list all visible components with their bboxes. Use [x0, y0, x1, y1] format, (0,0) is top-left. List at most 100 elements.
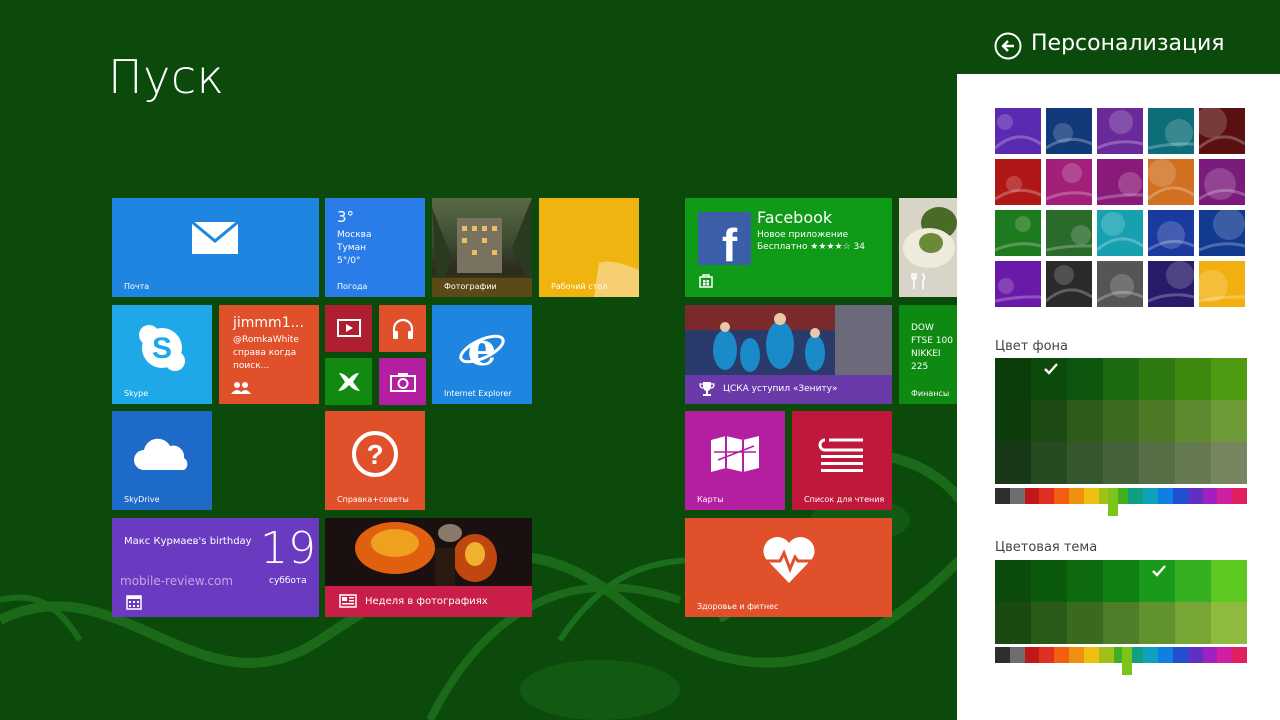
accent-color-swatch[interactable] — [1139, 602, 1175, 644]
background-pattern-option[interactable] — [1097, 261, 1143, 307]
background-pattern-option[interactable] — [1097, 210, 1143, 256]
accent-color-swatch[interactable] — [1139, 560, 1175, 602]
background-color-swatch[interactable] — [1031, 442, 1067, 484]
tile-desktop[interactable]: Рабочий стол — [539, 198, 639, 297]
background-pattern-option[interactable] — [1046, 261, 1092, 307]
calendar-icon — [126, 594, 142, 610]
tile-people[interactable]: jimmm1... @RomkaWhite справа когда поиск… — [219, 305, 319, 404]
background-pattern-option[interactable] — [1199, 159, 1245, 205]
tile-help[interactable]: ? Справка+советы — [325, 411, 425, 510]
background-pattern-option[interactable] — [1046, 159, 1092, 205]
background-color-swatch[interactable] — [995, 400, 1031, 442]
background-pattern-option[interactable] — [995, 261, 1041, 307]
accent-color-swatch[interactable] — [1031, 602, 1067, 644]
accent-color-swatch[interactable] — [1067, 560, 1103, 602]
background-pattern-option[interactable] — [1148, 159, 1194, 205]
hue-segment — [1217, 488, 1233, 504]
background-pattern-option[interactable] — [995, 159, 1041, 205]
selected-check-icon — [1044, 363, 1058, 375]
hue-segment — [1143, 488, 1159, 504]
accent-color-swatch[interactable] — [1175, 560, 1211, 602]
tile-mail[interactable]: Почта — [112, 198, 319, 297]
back-button[interactable] — [994, 32, 1022, 60]
accent-color-swatch[interactable] — [1103, 560, 1139, 602]
tile-sport[interactable]: ЦСКА уступил «Зениту» — [685, 305, 892, 404]
background-pattern-option[interactable] — [1148, 108, 1194, 154]
accent-color-swatch[interactable] — [1211, 560, 1247, 602]
background-pattern-option[interactable] — [995, 108, 1041, 154]
background-pattern-option[interactable] — [1148, 210, 1194, 256]
background-color-swatch[interactable] — [1103, 358, 1139, 400]
background-pattern-option[interactable] — [1199, 261, 1245, 307]
background-color-swatch[interactable] — [1175, 358, 1211, 400]
background-pattern-option[interactable] — [1046, 108, 1092, 154]
tile-facebook-store[interactable]: f Facebook Новое приложение Бесплатно ★★… — [685, 198, 892, 297]
background-color-swatch[interactable] — [1031, 358, 1067, 400]
background-pattern-option[interactable] — [993, 208, 1043, 258]
background-color-swatch[interactable] — [1067, 400, 1103, 442]
accent-color-swatch[interactable] — [995, 602, 1031, 644]
accent-hue-slider[interactable] — [995, 647, 1248, 663]
background-hue-slider[interactable] — [995, 488, 1248, 504]
background-color-swatch[interactable] — [1139, 442, 1175, 484]
background-hue-slider-thumb[interactable] — [1108, 488, 1118, 516]
background-color-swatch[interactable] — [1103, 442, 1139, 484]
background-pattern-option[interactable] — [1199, 108, 1245, 154]
background-color-swatch[interactable] — [995, 442, 1031, 484]
background-color-swatch[interactable] — [1067, 358, 1103, 400]
accent-color-swatch[interactable] — [1211, 602, 1247, 644]
tile-video[interactable] — [325, 305, 372, 352]
hue-segment — [1069, 488, 1084, 504]
accent-color-swatch[interactable] — [1067, 602, 1103, 644]
background-color-swatch[interactable] — [1139, 400, 1175, 442]
tile-skydrive[interactable]: SkyDrive — [112, 411, 212, 510]
accent-hue-slider-thumb[interactable] — [1122, 647, 1132, 675]
background-color-swatch[interactable] — [1067, 442, 1103, 484]
tile-label: Список для чтения — [804, 495, 885, 504]
tile-games[interactable] — [325, 358, 372, 405]
tile-photos[interactable]: Фотографии — [432, 198, 532, 297]
background-pattern-option[interactable] — [1148, 261, 1194, 307]
facebook-rating: Бесплатно ★★★★☆ 34 — [757, 242, 865, 252]
tile-skype[interactable]: S Skype — [112, 305, 212, 404]
accent-color-swatch[interactable] — [1175, 602, 1211, 644]
background-pattern-option[interactable] — [1199, 210, 1245, 256]
video-icon — [336, 318, 361, 338]
tile-health[interactable]: Здоровье и фитнес — [685, 518, 892, 617]
background-color-swatch[interactable] — [1211, 442, 1247, 484]
background-pattern-option[interactable] — [1097, 108, 1143, 154]
xbox-icon — [335, 370, 362, 394]
calendar-day: 19 — [260, 523, 316, 574]
panel-title: Персонализация — [1031, 31, 1225, 56]
hue-segment — [1024, 647, 1040, 663]
accent-color-swatch[interactable] — [1031, 560, 1067, 602]
accent-color-swatch[interactable] — [995, 560, 1031, 602]
background-color-swatch[interactable] — [1103, 400, 1139, 442]
background-color-swatch[interactable] — [1211, 358, 1247, 400]
tile-weather[interactable]: 3° Москва Туман 5°/0° Погода — [325, 198, 425, 297]
cloud-icon — [132, 433, 192, 473]
tile-calendar[interactable]: Макс Курмаев's birthday 19 суббота — [112, 518, 319, 617]
background-color-swatch[interactable] — [1175, 442, 1211, 484]
background-color-swatch[interactable] — [995, 358, 1031, 400]
background-color-swatch[interactable] — [1175, 400, 1211, 442]
background-pattern-option[interactable] — [1097, 159, 1143, 205]
tile-food[interactable] — [899, 198, 957, 297]
food-fork-knife-icon — [911, 272, 927, 290]
tile-camera[interactable] — [379, 358, 426, 405]
tile-finance[interactable]: DOW FTSE 100 NIKKEI 225 Финансы — [899, 305, 957, 404]
accent-color-swatch[interactable] — [1103, 602, 1139, 644]
hue-segment — [1187, 488, 1203, 504]
tile-internet-explorer[interactable]: e Internet Explorer — [432, 305, 532, 404]
background-color-swatch[interactable] — [1139, 358, 1175, 400]
tile-music[interactable] — [379, 305, 426, 352]
tile-news[interactable]: Неделя в фотографиях — [325, 518, 532, 617]
background-pattern-option[interactable] — [1046, 210, 1092, 256]
background-color-swatch[interactable] — [1031, 400, 1067, 442]
tile-reading-list[interactable]: Список для чтения — [792, 411, 892, 510]
hue-segment — [1158, 488, 1173, 504]
hue-segment — [1128, 488, 1144, 504]
hue-segment — [1172, 647, 1188, 663]
background-color-swatch[interactable] — [1211, 400, 1247, 442]
tile-maps[interactable]: Карты — [685, 411, 785, 510]
